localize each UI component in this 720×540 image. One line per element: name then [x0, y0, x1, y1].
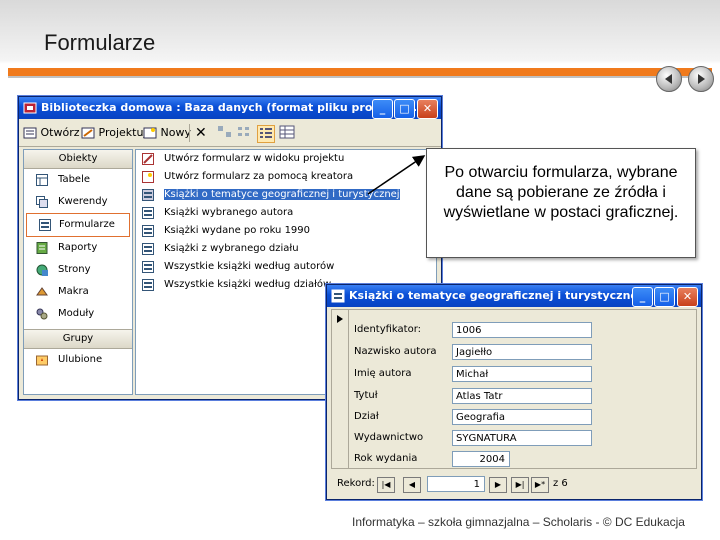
record-label: Rekord: [337, 478, 375, 489]
next-record-button[interactable]: ▶ [489, 477, 507, 493]
field-section-input[interactable]: Geografia [452, 409, 592, 425]
record-total: z 6 [553, 478, 568, 489]
form-window: Książki o tematyce geograficznej i turys… [326, 284, 702, 500]
form-window-title: Książki o tematyce geograficznej i turys… [349, 289, 642, 302]
callout-text: Po otwarciu formularza, wybrane dane są … [443, 164, 679, 221]
field-label: Nazwisko autora [354, 346, 437, 357]
form-body: Identyfikator: 1006 Nazwisko autora Jagi… [331, 309, 697, 469]
field-label: Dział [354, 411, 379, 422]
minimize-button[interactable]: _ [632, 287, 653, 307]
field-label: Wydawnictwo [354, 432, 424, 443]
close-button[interactable]: ✕ [677, 287, 698, 307]
previous-record-button[interactable]: ◀ [403, 477, 421, 493]
field-title-input[interactable]: Atlas Tatr [452, 388, 592, 404]
field-label: Identyfikator: [354, 324, 422, 335]
field-year-input[interactable]: 2004 [452, 451, 510, 467]
first-record-button[interactable]: |◀ [377, 477, 395, 493]
current-record-input[interactable]: 1 [427, 476, 485, 492]
new-record-button[interactable]: ▶* [531, 477, 549, 493]
field-author-firstname-input[interactable]: Michał [452, 366, 592, 382]
field-publisher-input[interactable]: SYGNATURA [452, 430, 592, 446]
field-author-lastname-input[interactable]: Jagiełło [452, 344, 592, 360]
current-record-icon [337, 315, 343, 323]
field-label: Imię autora [354, 368, 412, 379]
maximize-button[interactable]: □ [654, 287, 675, 307]
field-id-input[interactable]: 1006 [452, 322, 592, 338]
form-window-titlebar[interactable]: Książki o tematyce geograficznej i turys… [327, 285, 701, 307]
callout-box: Po otwarciu formularza, wybrane dane są … [426, 148, 696, 258]
form-icon [331, 289, 345, 303]
record-navigation: Rekord: |◀ ◀ 1 ▶ ▶| ▶* z 6 [331, 475, 697, 495]
field-label: Tytuł [354, 390, 378, 401]
slide-footer: Informatyka – szkoła gimnazjalna – Schol… [352, 515, 685, 529]
last-record-button[interactable]: ▶| [511, 477, 529, 493]
record-selector[interactable] [332, 310, 349, 468]
field-label: Rok wydania [354, 453, 418, 464]
